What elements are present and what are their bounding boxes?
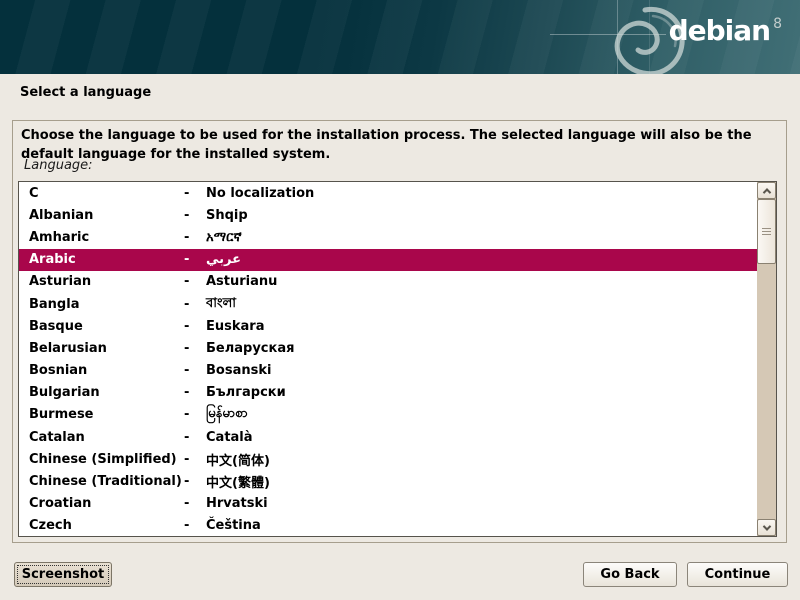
language-name: C [19,186,184,201]
screenshot-button[interactable]: Screenshot [14,562,112,587]
language-name: Burmese [19,407,184,422]
separator-dash: - [184,208,206,223]
separator-dash: - [184,319,206,334]
language-native-name: Български [206,385,757,400]
banner: debian 8 [0,0,800,74]
separator-dash: - [184,474,206,489]
list-item[interactable]: Chinese (Simplified) - 中文(简体) [19,448,757,470]
list-item[interactable]: Chinese (Traditional) - 中文(繁體) [19,470,757,492]
list-item[interactable]: Croatian - Hrvatski [19,493,757,515]
language-name: Asturian [19,274,184,289]
separator-dash: - [184,274,206,289]
debian-version: 8 [773,16,782,32]
separator-dash: - [184,496,206,511]
list-item[interactable]: Bulgarian - Български [19,382,757,404]
language-name: Czech [19,518,184,533]
language-native-name: Asturianu [206,274,757,289]
language-name: Arabic [19,252,184,267]
language-name: Catalan [19,430,184,445]
separator-dash: - [184,341,206,356]
language-native-name: Shqip [206,208,757,223]
scrollbar-thumb[interactable] [757,199,776,264]
chevron-down-icon [762,522,770,530]
language-native-name: 中文(简体) [206,450,757,469]
language-name: Chinese (Simplified) [19,452,184,467]
list-item[interactable]: Basque - Euskara [19,315,757,337]
separator-dash: - [184,430,206,445]
list-item[interactable]: Arabic - عربي [19,249,757,271]
list-item[interactable]: Albanian - Shqip [19,204,757,226]
continue-button[interactable]: Continue [687,562,788,587]
language-native-name: Euskara [206,319,757,334]
language-native-name: 中文(繁體) [206,472,757,491]
separator-dash: - [184,518,206,533]
separator-dash: - [184,452,206,467]
language-native-name: Català [206,430,757,445]
list-item[interactable]: Bosnian - Bosanski [19,360,757,382]
language-native-name: বাংলা [206,294,757,315]
language-name: Bosnian [19,363,184,378]
language-listbox[interactable]: C - No localization Albanian - Shqip Amh… [18,181,777,537]
language-native-name: عربي [206,252,757,267]
language-name: Amharic [19,230,184,245]
debian-logo-text: debian [669,14,771,48]
list-item[interactable]: Czech - Čeština [19,515,757,536]
list-item[interactable]: Bangla - বাংলা [19,293,757,315]
language-name: Belarusian [19,341,184,356]
language-rows: C - No localization Albanian - Shqip Amh… [19,182,757,536]
separator-dash: - [184,363,206,378]
language-native-name: አማርኛ [206,230,757,245]
separator-dash: - [184,407,206,422]
list-item[interactable]: Amharic - አማርኛ [19,226,757,248]
language-native-name: Bosanski [206,363,757,378]
scrollbar[interactable] [757,182,776,536]
language-name: Croatian [19,496,184,511]
language-native-name: မြန်မာစာ [206,405,757,424]
dialog-frame: Choose the language to be used for the i… [12,120,787,543]
language-native-name: Čeština [206,518,757,533]
separator-dash: - [184,186,206,201]
separator-dash: - [184,252,206,267]
page-title: Select a language [20,85,151,100]
scroll-down-button[interactable] [757,519,776,536]
chevron-up-icon [762,188,770,196]
language-native-name: No localization [206,186,757,201]
list-item[interactable]: Belarusian - Беларуская [19,337,757,359]
list-item[interactable]: Burmese - မြန်မာစာ [19,404,757,426]
list-item[interactable]: Asturian - Asturianu [19,271,757,293]
list-item[interactable]: Catalan - Català [19,426,757,448]
scroll-up-button[interactable] [757,182,776,199]
language-name: Bulgarian [19,385,184,400]
language-name: Chinese (Traditional) [19,474,184,489]
instructions-text: Choose the language to be used for the i… [21,126,769,164]
language-native-name: Hrvatski [206,496,757,511]
separator-dash: - [184,297,206,312]
separator-dash: - [184,230,206,245]
go-back-button[interactable]: Go Back [583,562,677,587]
language-label: Language: [24,158,93,173]
language-native-name: Беларуская [206,341,757,356]
list-item[interactable]: C - No localization [19,182,757,204]
language-name: Albanian [19,208,184,223]
language-name: Basque [19,319,184,334]
separator-dash: - [184,385,206,400]
debian-logo: debian 8 [669,14,782,48]
scrollbar-grip-icon [762,231,771,232]
language-name: Bangla [19,297,184,312]
